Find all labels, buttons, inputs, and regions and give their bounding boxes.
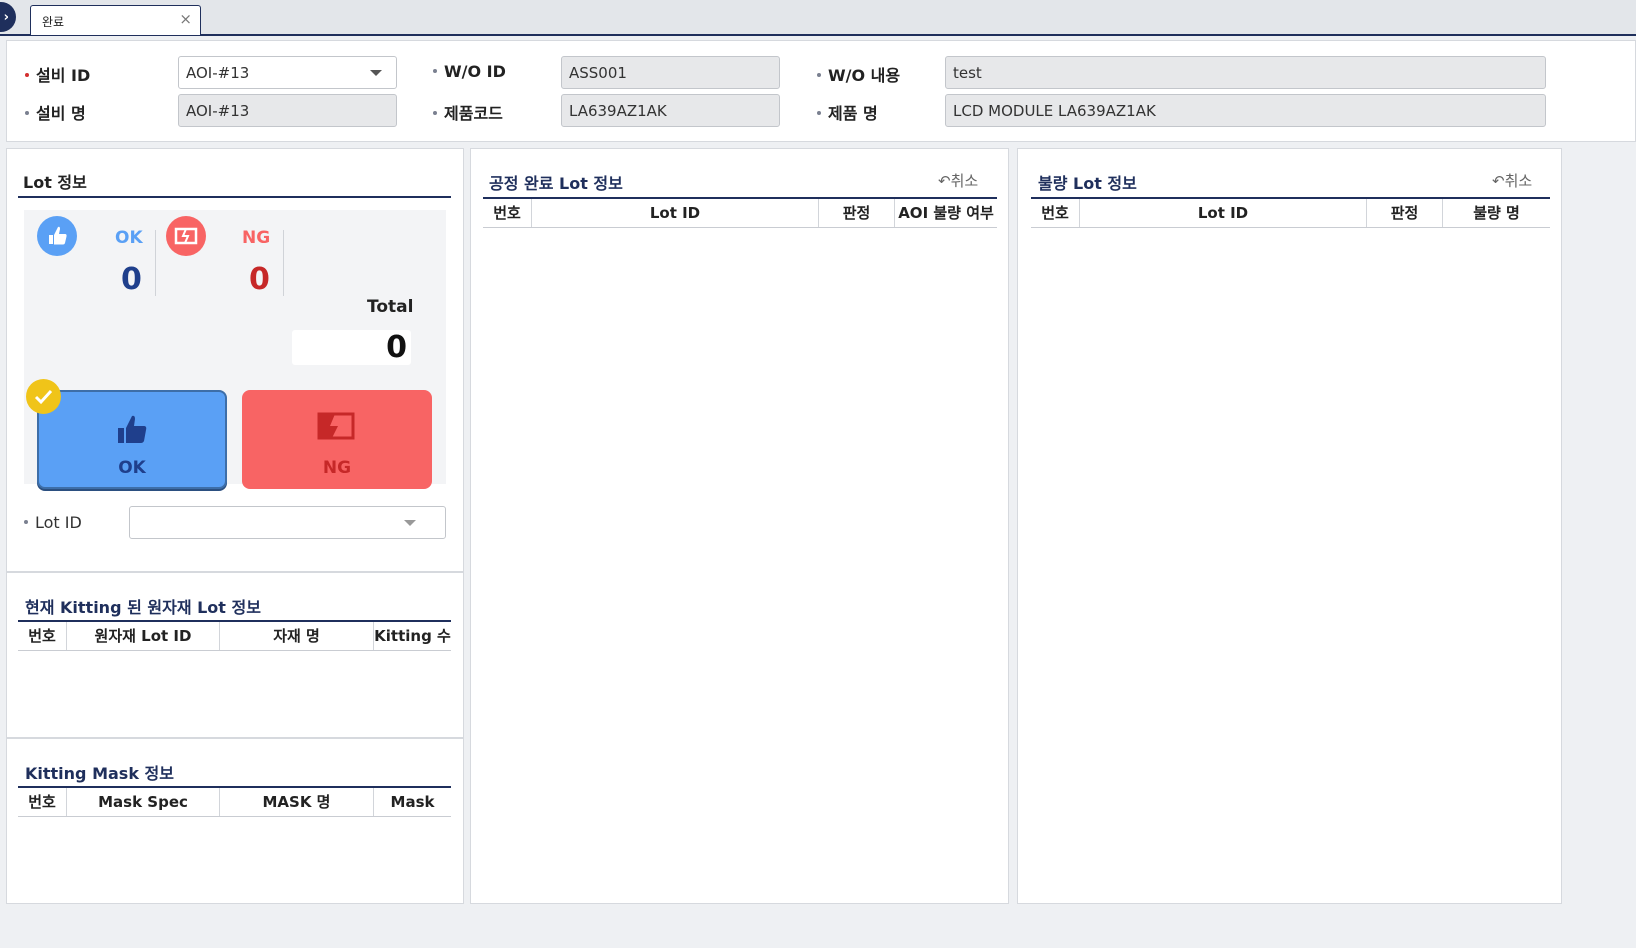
- column-header[interactable]: 원자재 Lot ID: [67, 622, 220, 650]
- close-icon[interactable]: ×: [179, 10, 192, 28]
- column-header[interactable]: 번호: [18, 788, 67, 816]
- divider: [155, 230, 156, 296]
- product-name-field: LCD MODULE LA639AZ1AK: [945, 94, 1546, 127]
- wo-id-field: ASS001: [561, 56, 780, 89]
- cancel-button[interactable]: ↶취소: [1492, 170, 1532, 191]
- column-header[interactable]: Kitting 수: [374, 622, 451, 650]
- equip-id-label: 설비 ID: [25, 62, 90, 86]
- cancel-label: 취소: [1504, 172, 1533, 190]
- column-header[interactable]: Mask Spec: [67, 788, 220, 816]
- defect-lot-title: 불량 Lot 정보: [1038, 174, 1137, 193]
- column-header[interactable]: 번호: [18, 622, 67, 650]
- equip-name-field: AOI-#13: [178, 94, 397, 127]
- process-done-panel: [470, 148, 1009, 904]
- process-done-title: 공정 완료 Lot 정보: [489, 174, 623, 193]
- broken-screen-icon: [317, 412, 355, 440]
- column-header[interactable]: 번호: [483, 199, 532, 227]
- ng-count-label: NG: [242, 228, 271, 248]
- ok-count-label: OK: [115, 228, 143, 248]
- column-header[interactable]: Lot ID: [1080, 199, 1367, 227]
- column-header[interactable]: 불량 명: [1443, 199, 1550, 227]
- column-header[interactable]: 번호: [1031, 199, 1080, 227]
- product-name-label: 제품 명: [817, 100, 878, 124]
- cancel-label: 취소: [950, 172, 979, 190]
- kitting-mask-grid-header: 번호 Mask Spec MASK 명 Mask: [18, 788, 451, 817]
- ok-count: 0: [121, 262, 142, 297]
- ng-button-label: NG: [322, 458, 352, 478]
- header-form: 설비 ID AOI-#13 설비 명 AOI-#13 W/O ID ASS001…: [6, 40, 1636, 142]
- ng-count: 0: [249, 262, 270, 297]
- undo-icon: ↶: [1492, 172, 1505, 190]
- wo-id-label: W/O ID: [433, 62, 506, 81]
- column-header[interactable]: Mask: [374, 788, 451, 816]
- thumbs-up-icon: [118, 415, 147, 443]
- wo-content-label: W/O 내용: [817, 62, 900, 86]
- total-box: 0: [292, 330, 411, 365]
- ok-button[interactable]: OK: [37, 390, 227, 489]
- section-divider: [18, 196, 451, 198]
- defect-lot-panel: [1017, 148, 1562, 904]
- column-header[interactable]: 판정: [1367, 199, 1443, 227]
- equip-name-label: 설비 명: [25, 100, 86, 124]
- ok-button-label: OK: [118, 458, 146, 478]
- lot-id-select[interactable]: [129, 506, 446, 539]
- divider: [283, 230, 284, 296]
- product-code-label: 제품코드: [433, 100, 503, 124]
- defect-lot-grid-header: 번호 Lot ID 판정 불량 명: [1031, 199, 1550, 228]
- tab-complete[interactable]: 완료 ×: [30, 5, 201, 35]
- column-header[interactable]: 판정: [819, 199, 895, 227]
- chevron-down-icon: [370, 70, 382, 76]
- broken-screen-icon: [166, 216, 206, 256]
- chevron-down-icon: [404, 520, 416, 526]
- lot-id-label: Lot ID: [24, 513, 82, 532]
- lot-counter: OK 0 NG 0 Total 0 OK NG: [24, 210, 446, 489]
- kitting-material-grid-header: 번호 원자재 Lot ID 자재 명 Kitting 수: [18, 622, 451, 651]
- kitting-material-title: 현재 Kitting 된 원자재 Lot 정보: [25, 598, 261, 617]
- lot-info-title: Lot 정보: [23, 173, 87, 192]
- tab-bar: [0, 0, 1636, 36]
- column-header[interactable]: MASK 명: [220, 788, 374, 816]
- wo-content-field: test: [945, 56, 1546, 89]
- ng-button[interactable]: NG: [242, 390, 432, 489]
- total-label: Total: [367, 297, 414, 317]
- cancel-button[interactable]: ↶취소: [938, 170, 978, 191]
- column-header[interactable]: 자재 명: [220, 622, 374, 650]
- column-header[interactable]: Lot ID: [532, 199, 819, 227]
- process-done-grid-header: 번호 Lot ID 판정 AOI 불량 여부: [483, 199, 997, 228]
- equip-id-select[interactable]: AOI-#13: [178, 56, 397, 89]
- product-code-field: LA639AZ1AK: [561, 94, 780, 127]
- total-count: 0: [386, 330, 407, 365]
- tab-label: 완료: [42, 15, 65, 29]
- check-icon: [26, 379, 61, 414]
- kitting-mask-title: Kitting Mask 정보: [25, 764, 174, 783]
- undo-icon: ↶: [938, 172, 951, 190]
- equip-id-value: AOI-#13: [186, 64, 250, 82]
- thumbs-up-icon: [37, 216, 77, 256]
- column-header[interactable]: AOI 불량 여부: [895, 199, 997, 227]
